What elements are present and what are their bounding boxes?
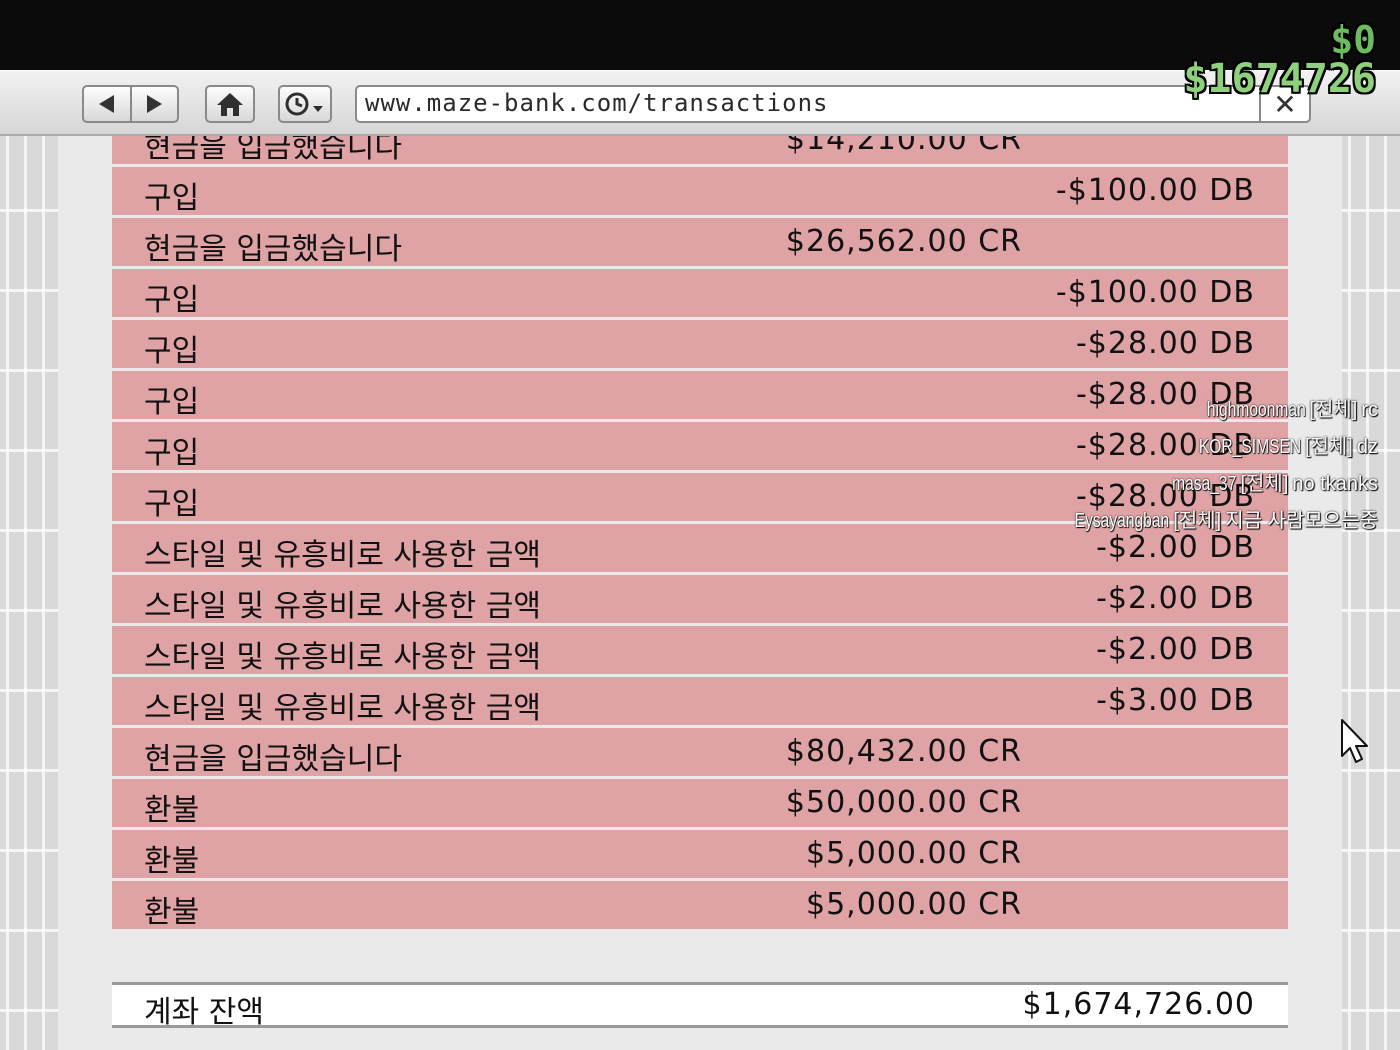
transaction-description: 현금을 입금했습니다	[144, 232, 402, 267]
back-arrow-icon	[99, 95, 115, 113]
chat-player-name: highmoonman	[1206, 399, 1306, 421]
chat-scope-tag: [전체]	[1173, 510, 1222, 532]
transaction-description: 스타일 및 유흥비로 사용한 금액	[144, 538, 541, 573]
chat-scope-tag: [전체]	[1304, 436, 1353, 458]
chat-player-name: KOR_SIMSEN	[1198, 436, 1301, 458]
transaction-row: 구입 -$28.00 DB	[112, 320, 1288, 369]
transaction-description: 스타일 및 유흥비로 사용한 금액	[144, 589, 541, 624]
transaction-debit: -$28.00 DB	[1075, 326, 1255, 361]
chat-message: masa_37 [전체] no tkanks	[1048, 466, 1378, 503]
transaction-credit: $50,000.00 CR	[785, 785, 1022, 820]
url-text: www.maze-bank.com/transactions	[365, 89, 829, 117]
transaction-row: 스타일 및 유흥비로 사용한 금액 -$2.00 DB	[112, 626, 1288, 675]
transaction-description: 구입	[144, 334, 200, 369]
history-clock-icon	[285, 92, 323, 116]
transaction-description: 스타일 및 유흥비로 사용한 금액	[144, 691, 541, 726]
right-decorative-pattern	[1342, 136, 1400, 1050]
chat-scope-tag: [전체]	[1309, 399, 1358, 421]
transaction-row: 현금을 입금했습니다 $26,562.00 CR	[112, 218, 1288, 267]
transaction-row: 환불 $5,000.00 CR	[112, 830, 1288, 879]
history-button[interactable]	[278, 85, 332, 123]
transaction-debit: -$2.00 DB	[1096, 581, 1255, 616]
chat-feed: highmoonman [전체] rc KOR_SIMSEN [전체] dz masa_37…	[1048, 392, 1378, 540]
left-decorative-pattern	[0, 136, 58, 1050]
transaction-row: 스타일 및 유흥비로 사용한 금액 -$3.00 DB	[112, 677, 1288, 726]
transaction-description: 환불	[144, 895, 200, 930]
transaction-description: 구입	[144, 385, 200, 420]
transaction-row: 현금을 입금했습니다 $14,210.00 CR	[112, 136, 1288, 165]
transaction-description: 구입	[144, 283, 200, 318]
back-button[interactable]	[84, 87, 132, 121]
transaction-debit: -$100.00 DB	[1055, 173, 1255, 208]
transaction-debit: -$2.00 DB	[1096, 632, 1255, 667]
account-balance-row: 계좌 잔액 $1,674,726.00	[112, 982, 1288, 1030]
address-bar[interactable]: www.maze-bank.com/transactions ✕	[355, 85, 1311, 123]
transaction-debit: -$3.00 DB	[1096, 683, 1255, 718]
transaction-credit: $80,432.00 CR	[785, 734, 1022, 769]
chat-message-text: 지금 사람모으는중	[1225, 510, 1378, 532]
chat-message-text: rc	[1361, 399, 1378, 421]
chat-scope-tag: [전체]	[1240, 473, 1289, 495]
transaction-description: 구입	[144, 436, 200, 471]
transaction-credit: $26,562.00 CR	[785, 224, 1022, 259]
transaction-row: 구입 -$100.00 DB	[112, 269, 1288, 318]
transaction-row: 현금을 입금했습니다 $80,432.00 CR	[112, 728, 1288, 777]
chat-message: Eysayangban [전체] 지금 사람모으는중	[1048, 503, 1378, 540]
nav-button-group	[82, 85, 179, 123]
transaction-description: 스타일 및 유흥비로 사용한 금액	[144, 640, 541, 675]
transaction-credit: $5,000.00 CR	[805, 887, 1022, 922]
transaction-credit: $5,000.00 CR	[805, 836, 1022, 871]
balance-label: 계좌 잔액	[144, 995, 264, 1030]
mouse-cursor-icon	[1341, 719, 1368, 763]
balance-value: $1,674,726.00	[1022, 987, 1255, 1022]
transaction-description: 현금을 입금했습니다	[144, 136, 402, 165]
forward-arrow-icon	[146, 95, 162, 113]
transaction-description: 환불	[144, 844, 200, 879]
home-button[interactable]	[205, 85, 255, 123]
transaction-description: 구입	[144, 181, 200, 216]
forward-button[interactable]	[132, 87, 178, 121]
transaction-row: 스타일 및 유흥비로 사용한 금액 -$2.00 DB	[112, 575, 1288, 624]
chat-message-text: no tkanks	[1292, 473, 1378, 495]
chat-player-name: masa_37	[1172, 473, 1237, 495]
transaction-row: 환불 $5,000.00 CR	[112, 881, 1288, 930]
transaction-description: 환불	[144, 793, 200, 828]
transaction-row: 구입 -$100.00 DB	[112, 167, 1288, 216]
transaction-row: 환불 $50,000.00 CR	[112, 779, 1288, 828]
transaction-debit: -$100.00 DB	[1055, 275, 1255, 310]
chat-message: KOR_SIMSEN [전체] dz	[1048, 429, 1378, 466]
chat-player-name: Eysayangban	[1074, 510, 1170, 532]
transaction-credit: $14,210.00 CR	[785, 136, 1022, 157]
chat-message-text: dz	[1356, 436, 1378, 458]
home-icon	[217, 93, 243, 116]
chat-message: highmoonman [전체] rc	[1048, 392, 1378, 429]
transaction-description: 구입	[144, 487, 200, 522]
transaction-description: 현금을 입금했습니다	[144, 742, 402, 777]
hud-money-total: $1674726	[1183, 56, 1376, 102]
transactions-panel: 현금을 입금했습니다 $14,210.00 CR 구입 -$100.00 DB 현금을 …	[112, 136, 1288, 1050]
